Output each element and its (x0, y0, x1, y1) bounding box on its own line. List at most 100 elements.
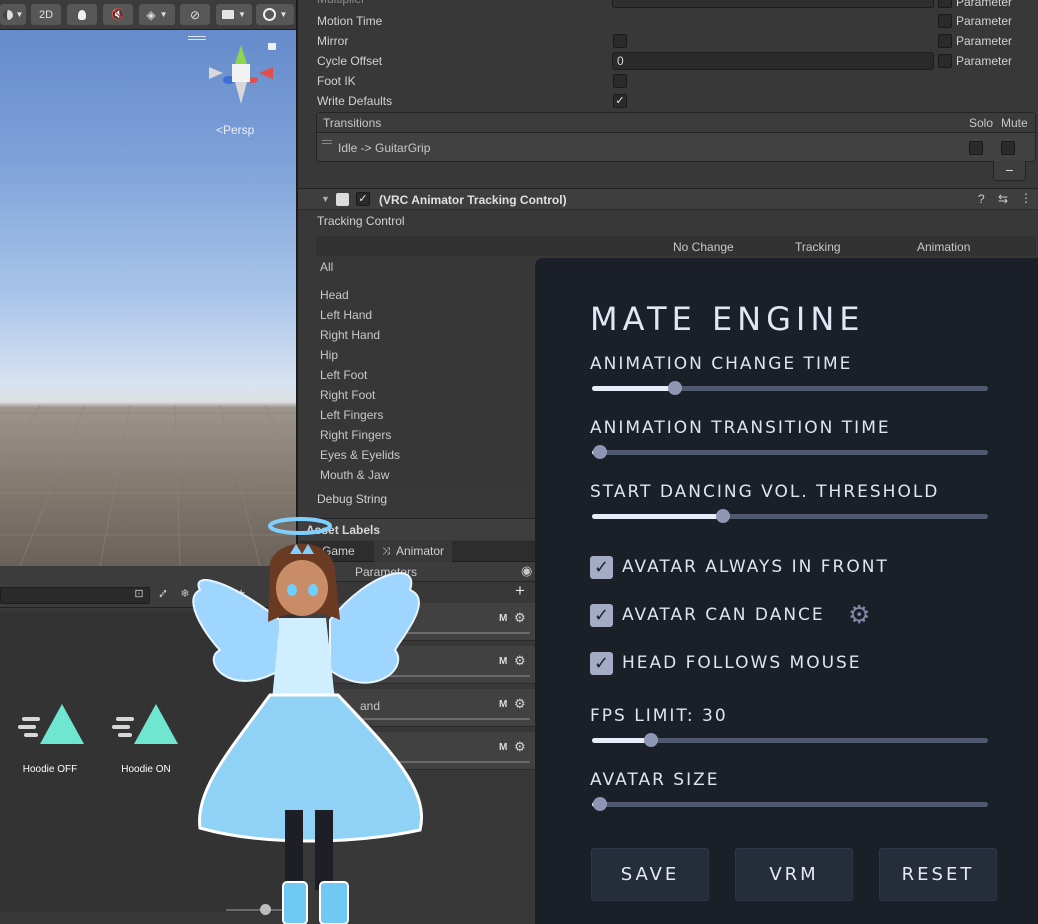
expression-tile[interactable]: Hoodie OFF (10, 698, 90, 775)
slider-thumb[interactable] (592, 797, 607, 811)
tracking-part-label: Head (320, 288, 349, 302)
mirror-parameter-checkbox[interactable] (938, 34, 952, 48)
tracking-part-label: Right Fingers (320, 428, 392, 442)
dance-threshold-slider[interactable] (592, 509, 988, 523)
help-icon[interactable]: ? (978, 192, 985, 206)
scene-view[interactable]: ▼ 2D 🔇 ◈ ▼ ⊘ ▼ ▼ <Persp (0, 0, 296, 566)
parameter-label: Parameter (956, 14, 1013, 28)
parameter-label: Parameter (956, 34, 1013, 48)
slider-thumb[interactable] (715, 509, 730, 523)
scene-visibility-button[interactable]: ⊘ (180, 4, 210, 25)
lighting-toggle-button[interactable] (67, 4, 97, 25)
foot-ik-checkbox[interactable] (613, 74, 627, 88)
more-options-icon[interactable]: ⋮ (1020, 191, 1032, 205)
chevron-down-icon: ▼ (15, 10, 24, 19)
fps-limit-label: FPS LIMIT: 30 (590, 706, 728, 726)
add-layer-icon[interactable]: + (515, 581, 525, 601)
tracking-table-header: No Change Tracking Animation (316, 236, 1036, 256)
mute-checkbox[interactable] (1001, 141, 1015, 155)
component-enabled-checkbox[interactable]: ✓ (356, 192, 370, 206)
save-button[interactable]: SAVE (591, 848, 709, 901)
animation-transition-time-slider[interactable] (592, 445, 988, 459)
component-header[interactable]: ▼ ✓ (VRC Animator Tracking Control) ? ⇆ … (298, 188, 1038, 210)
column-animation: Animation (917, 240, 971, 254)
effects-toggle-button[interactable]: ◈ ▼ (139, 4, 175, 25)
always-in-front-checkbox[interactable]: ✓ (590, 556, 613, 579)
animation-transition-time-label: ANIMATION TRANSITION TIME (590, 418, 891, 438)
tracking-part-label: Left Fingers (320, 408, 384, 422)
head-follows-mouse-checkbox[interactable]: ✓ (590, 652, 613, 675)
gizmo-globe-icon (262, 8, 276, 21)
write-defaults-checkbox[interactable]: ✓ (613, 94, 627, 108)
mirror-checkbox[interactable] (613, 34, 627, 48)
can-dance-checkbox[interactable]: ✓ (590, 604, 613, 627)
search-options-icon[interactable]: ⊡ (132, 587, 146, 601)
animation-change-time-label: ANIMATION CHANGE TIME (590, 354, 853, 374)
camera-icon (222, 10, 235, 19)
layer-mask-label: M (499, 613, 508, 624)
search-input[interactable] (0, 587, 150, 604)
cycle-offset-parameter-checkbox[interactable] (938, 54, 952, 68)
tracking-part-label: Mouth & Jaw (320, 468, 390, 482)
camera-settings-button[interactable]: ▼ (216, 4, 252, 25)
reset-button[interactable]: RESET (879, 848, 997, 901)
avatar-character[interactable] (170, 510, 470, 924)
gizmo-center-cube[interactable] (232, 64, 250, 82)
layer-mask-label: M (499, 699, 508, 710)
slider-thumb[interactable] (644, 733, 659, 747)
script-icon (336, 193, 349, 206)
transition-row[interactable]: Idle -> GuitarGrip (317, 134, 1035, 162)
tracking-all-label: All (320, 260, 334, 274)
multiplier-label: Multiplier (317, 0, 365, 9)
left-wing (192, 579, 281, 682)
dance-settings-gear-icon[interactable]: ⚙ (848, 602, 870, 627)
remove-transition-button[interactable]: − (993, 161, 1026, 181)
debug-string-label: Debug String (317, 492, 388, 506)
preset-settings-icon[interactable]: ⇆ (998, 192, 1008, 206)
toggle-2d-button[interactable]: 2D (31, 4, 61, 25)
right-boot (319, 881, 349, 924)
solo-checkbox[interactable] (969, 141, 983, 155)
audio-toggle-button[interactable]: 🔇 (103, 4, 133, 25)
drag-handle-icon[interactable] (322, 140, 332, 144)
slider-thumb[interactable] (668, 381, 683, 395)
gear-icon[interactable]: ⚙ (514, 696, 526, 712)
left-boot (282, 881, 308, 924)
gear-icon[interactable]: ⚙ (514, 653, 526, 669)
multiplier-field[interactable] (612, 0, 934, 8)
avatar-size-slider[interactable] (592, 797, 988, 811)
animation-change-time-slider[interactable] (592, 381, 988, 395)
hierarchy-icon[interactable]: ⑇ (156, 587, 170, 601)
column-no-change: No Change (673, 240, 734, 254)
vrm-button[interactable]: VRM (735, 848, 853, 901)
foldout-arrow-icon[interactable]: ▼ (321, 194, 330, 204)
right-leg (315, 810, 333, 890)
motion-time-parameter-checkbox[interactable] (938, 14, 952, 28)
eye-icon[interactable]: ◉ (521, 563, 532, 579)
slider-thumb[interactable] (592, 445, 607, 459)
gear-icon[interactable]: ⚙ (514, 610, 526, 626)
chevron-down-icon: ▼ (279, 10, 288, 19)
multiplier-parameter-checkbox[interactable] (938, 0, 952, 8)
fps-limit-slider[interactable] (592, 733, 988, 747)
gizmo-y-axis-cone[interactable] (235, 45, 247, 64)
slider-fill (592, 738, 652, 743)
gizmo-neg-x-cone[interactable] (209, 67, 223, 79)
shading-mode-button[interactable]: ▼ (0, 4, 26, 25)
gear-icon[interactable]: ⚙ (514, 739, 526, 755)
left-leg (285, 810, 303, 890)
orientation-gizmo[interactable] (205, 40, 277, 115)
tracking-part-label: Eyes & Eyelids (320, 448, 401, 462)
gizmo-x-axis-cone[interactable] (259, 67, 273, 79)
always-in-front-label: AVATAR ALWAYS IN FRONT (622, 557, 889, 577)
projection-label[interactable]: <Persp (216, 123, 254, 137)
cycle-offset-field[interactable]: 0 (612, 52, 934, 70)
chevron-down-icon: ▼ (159, 10, 168, 19)
gizmos-button[interactable]: ▼ (256, 4, 294, 25)
gizmo-neg-y-cone[interactable] (235, 82, 247, 104)
face (276, 560, 328, 616)
slider-fill (592, 386, 676, 391)
transitions-list: Transitions Solo Mute Idle -> GuitarGrip (316, 112, 1036, 162)
speaker-muted-icon: 🔇 (111, 9, 125, 21)
panel-grip-icon[interactable] (188, 36, 206, 40)
